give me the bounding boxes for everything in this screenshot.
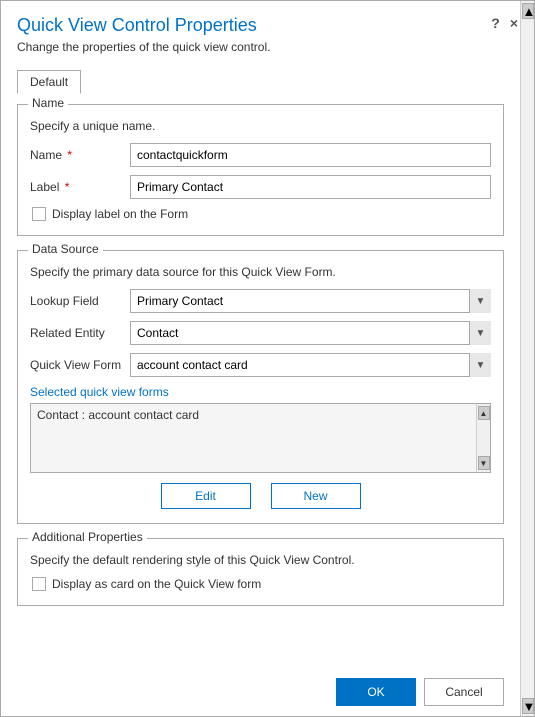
datasource-section: Data Source Specify the primary data sou…: [17, 250, 504, 524]
entity-select[interactable]: Contact: [130, 321, 491, 345]
card-checkbox-label: Display as card on the Quick View form: [52, 577, 261, 591]
quickviewform-row: Quick View Form account contact card ▼: [30, 353, 491, 377]
quickviewform-select-wrapper: account contact card ▼: [130, 353, 491, 377]
label-required-star: *: [61, 180, 69, 194]
name-section: Name Specify a unique name. Name * Label…: [17, 104, 504, 236]
help-icon[interactable]: ?: [491, 15, 500, 31]
name-row: Name *: [30, 143, 491, 167]
scroll-down-button[interactable]: ▼: [522, 698, 534, 714]
card-checkbox[interactable]: [32, 577, 46, 591]
display-label-checkbox-label: Display label on the Form: [52, 207, 188, 221]
new-button[interactable]: New: [271, 483, 361, 509]
additional-section-desc: Specify the default rendering style of t…: [30, 553, 491, 567]
dialog-header: Quick View Control Properties Change the…: [1, 1, 534, 60]
quickviewform-select[interactable]: account contact card: [130, 353, 491, 377]
edit-new-row: Edit New: [30, 483, 491, 509]
name-required-star: *: [64, 148, 72, 162]
datasource-section-legend: Data Source: [28, 242, 103, 256]
entity-label: Related Entity: [30, 326, 130, 340]
dialog-footer: OK Cancel: [1, 668, 534, 716]
label-row: Label *: [30, 175, 491, 199]
card-checkbox-row: Display as card on the Quick View form: [32, 577, 491, 591]
lookup-label: Lookup Field: [30, 294, 130, 308]
entity-row: Related Entity Contact ▼: [30, 321, 491, 345]
display-label-checkbox-row: Display label on the Form: [32, 207, 491, 221]
quickviewform-label: Quick View Form: [30, 358, 130, 372]
display-label-checkbox[interactable]: [32, 207, 46, 221]
scroll-up-button[interactable]: ▲: [522, 3, 534, 19]
selected-forms-item: Contact : account contact card: [37, 408, 199, 422]
tabs-container: Default: [17, 70, 504, 94]
selected-forms-scroll-down[interactable]: ▼: [478, 456, 490, 470]
edit-button[interactable]: Edit: [161, 483, 251, 509]
name-section-legend: Name: [28, 96, 68, 110]
cancel-button[interactable]: Cancel: [424, 678, 504, 706]
lookup-select-wrapper: Primary Contact ▼: [130, 289, 491, 313]
name-label: Name *: [30, 148, 130, 162]
additional-section-legend: Additional Properties: [28, 530, 147, 544]
label-input[interactable]: [130, 175, 491, 199]
tab-default[interactable]: Default: [17, 70, 81, 94]
dialog-title: Quick View Control Properties: [17, 15, 518, 36]
datasource-section-desc: Specify the primary data source for this…: [30, 265, 491, 279]
selected-forms-label: Selected quick view forms: [30, 385, 491, 399]
header-icons: ? ×: [491, 15, 518, 31]
entity-select-wrapper: Contact ▼: [130, 321, 491, 345]
lookup-select[interactable]: Primary Contact: [130, 289, 491, 313]
label-label: Label *: [30, 180, 130, 194]
close-icon[interactable]: ×: [510, 15, 518, 31]
vertical-scrollbar: ▲ ▼: [520, 1, 534, 716]
dialog-container: Quick View Control Properties Change the…: [0, 0, 535, 717]
dialog-subtitle: Change the properties of the quick view …: [17, 40, 518, 54]
name-section-desc: Specify a unique name.: [30, 119, 491, 133]
lookup-row: Lookup Field Primary Contact ▼: [30, 289, 491, 313]
selected-forms-scroll-up[interactable]: ▲: [478, 406, 490, 420]
name-input[interactable]: [130, 143, 491, 167]
dialog-body: Default Name Specify a unique name. Name…: [1, 60, 534, 668]
ok-button[interactable]: OK: [336, 678, 416, 706]
additional-section: Additional Properties Specify the defaul…: [17, 538, 504, 606]
selected-forms-box: Contact : account contact card ▲ ▼: [30, 403, 491, 473]
selected-forms-scrollbar: ▲ ▼: [476, 404, 490, 472]
